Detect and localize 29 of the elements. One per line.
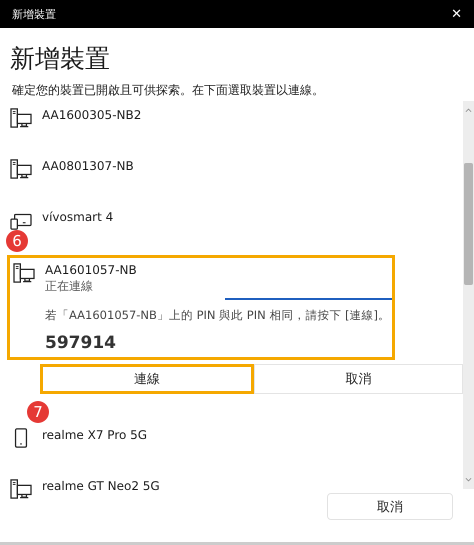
device-name: AA0801307-NB xyxy=(42,158,134,174)
cancel-button[interactable]: 取消 xyxy=(327,493,453,520)
scroll-thumb[interactable] xyxy=(464,163,473,285)
dialog-heading: 新增裝置 xyxy=(10,43,111,75)
step-badge: 6 xyxy=(6,230,28,252)
computer-icon xyxy=(10,159,32,179)
device-name: AA1601057-NB xyxy=(45,262,138,278)
connection-status: 正在連線 xyxy=(45,278,94,295)
action-button[interactable]: 取消 xyxy=(254,364,463,394)
device-name: AA1600305-NB2 xyxy=(42,107,142,123)
computer-icon xyxy=(10,479,32,499)
device-item[interactable]: AA0801307-NB xyxy=(0,158,463,179)
device-name: realme GT Neo2 5G xyxy=(42,478,160,494)
device-name: vívosmart 4 xyxy=(42,209,114,225)
pin-code: 597914 xyxy=(45,333,117,353)
scroll-up-icon[interactable] xyxy=(465,107,472,113)
device-item[interactable]: vívosmart 4 xyxy=(0,209,463,230)
device-name: realme X7 Pro 5G xyxy=(42,427,148,443)
step-badge: 7 xyxy=(27,401,49,423)
instruction-text: 確定您的裝置已開啟且可供探索。在下面選取裝置以連線。 xyxy=(12,82,325,99)
window-title: 新增裝置 xyxy=(12,6,56,22)
pin-message: 若「AA1601057-NB」上的 PIN 與此 PIN 相同，請按下 [連線]。 xyxy=(45,307,392,324)
action-button[interactable]: 連線 xyxy=(40,364,254,394)
close-button[interactable]: ✕ xyxy=(451,6,462,22)
scroll-down-icon[interactable] xyxy=(465,477,472,483)
computer-icon xyxy=(13,263,35,283)
computer-icon xyxy=(10,108,32,128)
device-item[interactable]: AA1600305-NB2 xyxy=(0,107,463,128)
scrollbar[interactable] xyxy=(463,101,474,489)
